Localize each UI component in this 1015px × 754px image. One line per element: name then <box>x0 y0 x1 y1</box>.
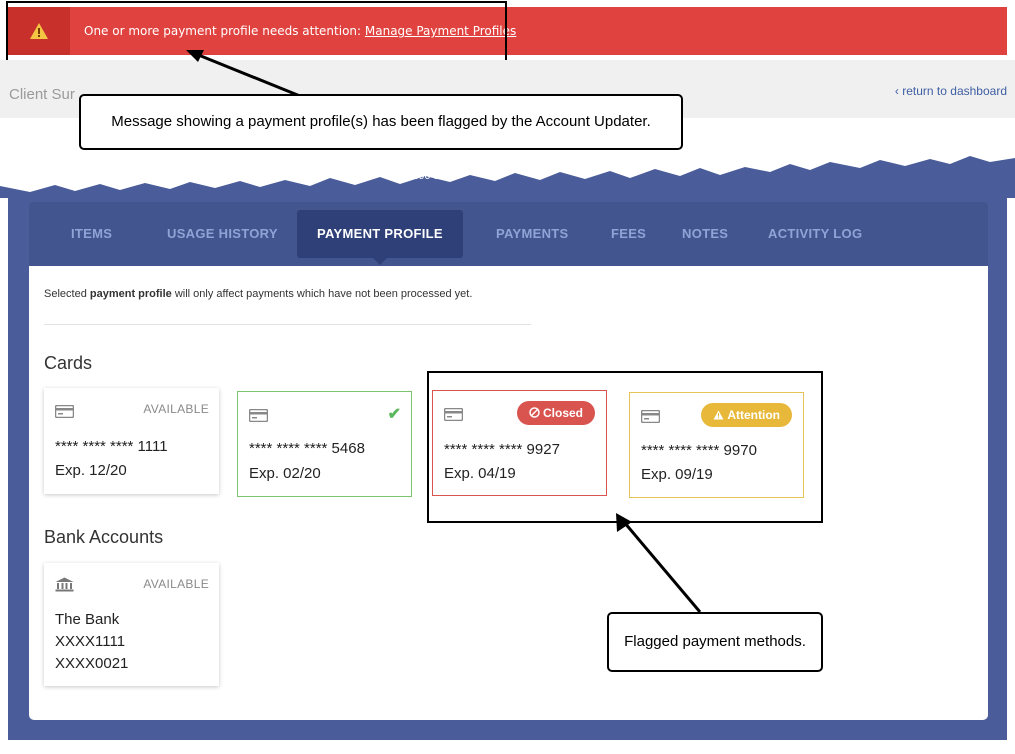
card-number: **** **** **** 5468 <box>249 440 365 457</box>
card-number: **** **** **** 1111 <box>55 438 168 455</box>
card-expiration: Exp. 02/20 <box>249 465 321 482</box>
active-tab-caret <box>372 258 387 265</box>
flagged-cards-callout-frame <box>427 371 823 523</box>
tab-bar: ITEMS USAGE HISTORY PAYMENT PROFILE PAYM… <box>29 202 988 266</box>
info-text-pre: Selected <box>44 288 90 300</box>
return-to-dashboard-link[interactable]: ‹ return to dashboard <box>895 84 1007 98</box>
bottom-annotation-text: Flagged payment methods. <box>624 633 806 650</box>
checkmark-icon: ✔ <box>387 406 401 423</box>
tab-usage-history[interactable]: USAGE HISTORY <box>167 202 278 266</box>
bank-account-number: XXXX1111 <box>55 633 126 650</box>
tab-notes[interactable]: NOTES <box>682 202 728 266</box>
account-balance-fragment: $0.00 ac <box>403 170 446 182</box>
tab-activity-log[interactable]: ACTIVITY LOG <box>768 202 862 266</box>
top-annotation-text: Message showing a payment profile(s) has… <box>111 113 651 130</box>
card-expiration: Exp. 12/20 <box>55 462 127 479</box>
tab-payments[interactable]: PAYMENTS <box>496 202 568 266</box>
card-1111[interactable]: AVAILABLE **** **** **** 1111 Exp. 12/20 <box>44 388 219 494</box>
credit-card-icon <box>249 409 268 422</box>
bank-status: AVAILABLE <box>143 577 209 591</box>
info-text-bold: payment profile <box>89 288 172 300</box>
alert-callout-frame <box>6 1 507 63</box>
payment-profile-info: Selected payment profile will only affec… <box>44 288 472 300</box>
card-5468[interactable]: ✔ **** **** **** 5468 Exp. 02/20 <box>237 391 412 497</box>
card-status: AVAILABLE <box>143 402 209 416</box>
credit-card-icon <box>55 405 74 418</box>
info-text-post: will only affect payments which have not… <box>171 288 473 300</box>
bank-account-card[interactable]: AVAILABLE The Bank XXXX1111 XXXX0021 <box>44 563 219 686</box>
cards-section-title: Cards <box>44 353 93 373</box>
tab-fees[interactable]: FEES <box>611 202 646 266</box>
bank-icon <box>55 577 74 592</box>
top-annotation-note: Message showing a payment profile(s) has… <box>79 94 683 150</box>
tab-payment-profile-label: PAYMENT PROFILE <box>317 226 443 241</box>
tab-items[interactable]: ITEMS <box>71 202 112 266</box>
section-divider <box>44 324 531 325</box>
bank-name: The Bank <box>55 611 120 628</box>
tab-payment-profile[interactable]: PAYMENT PROFILE <box>297 210 463 265</box>
bank-accounts-section-title: Bank Accounts <box>44 527 164 547</box>
client-summary-title: Client Sur <box>9 86 75 103</box>
bank-routing-number: XXXX0021 <box>55 655 129 672</box>
bottom-annotation-note: Flagged payment methods. <box>607 612 823 672</box>
